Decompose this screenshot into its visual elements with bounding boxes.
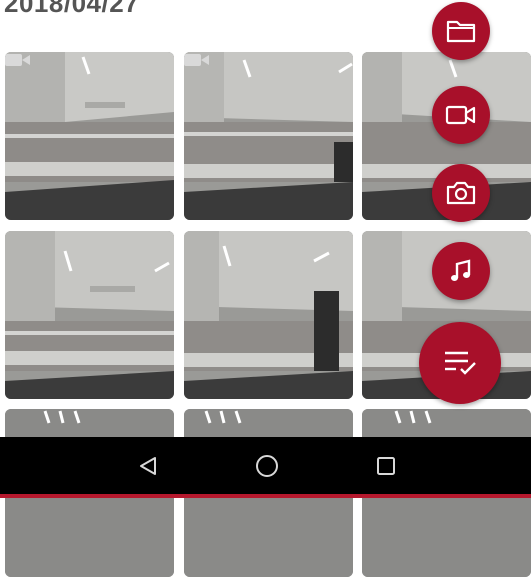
- music-note-icon: [451, 259, 471, 281]
- music-fab-button[interactable]: [432, 242, 490, 300]
- recents-square-icon: [377, 457, 395, 475]
- select-mode-fab-button[interactable]: [419, 322, 501, 404]
- back-triangle-icon: [140, 457, 156, 475]
- camera-fab-button[interactable]: [432, 164, 490, 222]
- thumbnail-photo[interactable]: [184, 231, 353, 399]
- video-fab-button[interactable]: [432, 86, 490, 144]
- accent-line: [0, 494, 531, 498]
- thumbnail-video[interactable]: [5, 52, 174, 220]
- thumbnail-photo[interactable]: [5, 231, 174, 399]
- system-navigation-bar: [0, 437, 531, 494]
- folder-icon: [446, 20, 476, 43]
- camera-icon: [446, 181, 476, 205]
- recents-button[interactable]: [369, 449, 403, 483]
- video-camera-icon: [445, 105, 476, 125]
- home-button[interactable]: [250, 449, 284, 483]
- video-badge-icon: [184, 54, 209, 66]
- home-circle-icon: [256, 455, 278, 477]
- folder-fab-button[interactable]: [432, 2, 490, 60]
- video-badge-icon: [5, 54, 30, 66]
- back-button[interactable]: [131, 449, 165, 483]
- checklist-icon: [445, 351, 476, 375]
- thumbnail-video[interactable]: [184, 52, 353, 220]
